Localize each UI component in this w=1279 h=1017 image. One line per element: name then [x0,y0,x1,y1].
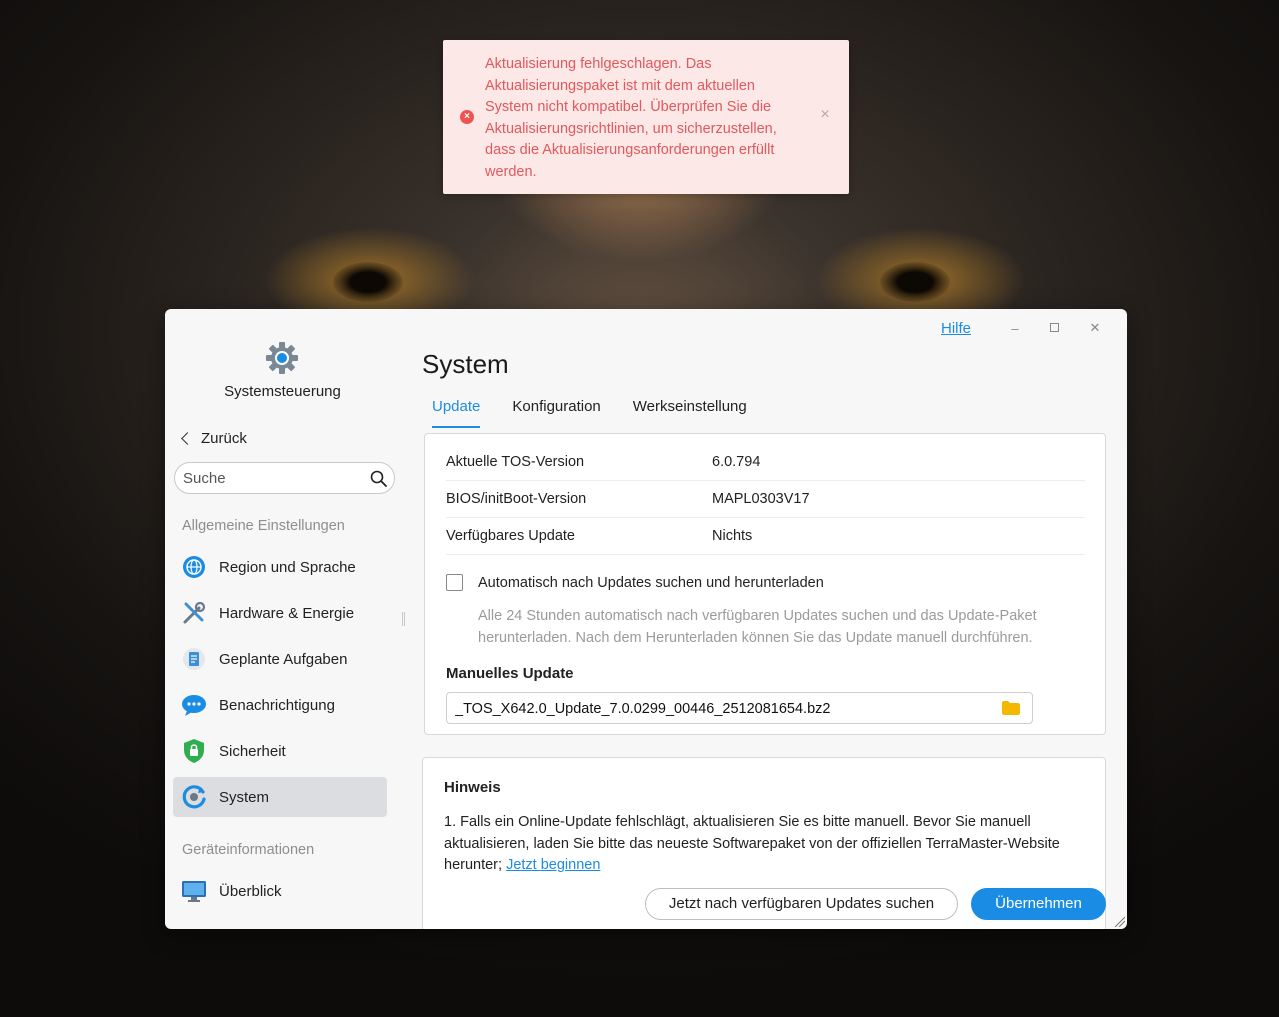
manual-update-field [446,692,1033,724]
tab-configuration[interactable]: Konfiguration [512,398,610,422]
note-text: 1. Falls ein Online-Update fehlschlägt, … [444,812,1084,877]
sidebar-item-label: Geplante Aufgaben [219,650,348,668]
back-label: Zurück [201,430,247,447]
error-toast: × Aktualisierung fehlgeschlagen. Das Akt… [443,40,849,194]
manual-update-file-input[interactable] [455,699,985,719]
search-input[interactable] [183,468,363,488]
chevron-left-icon [181,432,194,445]
sidebar-item-label: System [219,788,270,806]
sidebar-resize-handle[interactable] [402,612,405,626]
info-key: BIOS/initBoot-Version [446,491,587,507]
auto-update-checkbox[interactable] [446,574,463,591]
update-card: Aktuelle TOS-Version 6.0.794 BIOS/initBo… [424,433,1106,735]
back-button[interactable]: Zurück [179,430,247,447]
wallpaper-eye-left [333,262,403,302]
info-key: Verfügbares Update [446,528,575,544]
minimize-icon[interactable]: – [995,321,1035,336]
system-update-icon [181,784,207,810]
sidebar-item-label: Sicherheit [219,742,286,760]
wallpaper-eye-right [880,262,950,302]
footer-bar: Jetzt nach verfügbaren Updates suchen Üb… [165,881,1127,929]
error-icon: × [460,110,474,124]
shield-icon [181,738,207,764]
chat-bubble-icon [181,692,207,718]
close-window-icon[interactable]: ✕ [1075,320,1115,336]
search-field [174,462,395,494]
resize-grip-icon[interactable] [1113,915,1125,927]
window-controls: Hilfe – ✕ [941,315,1115,341]
auto-update-option[interactable]: Automatisch nach Updates suchen und heru… [446,574,824,591]
app-title: Systemsteuerung [224,383,341,400]
toast-message: Aktualisierung fehlgeschlagen. Das Aktua… [485,56,777,180]
sidebar-item-label: Region und Sprache [219,558,356,576]
sidebar-item-security[interactable]: Sicherheit [173,731,387,771]
auto-update-hint: Alle 24 Stunden automatisch nach verfügb… [478,608,1037,646]
manual-update-title: Manuelles Update [446,665,574,682]
tasks-icon [181,646,207,672]
globe-icon [181,554,207,580]
auto-update-label: Automatisch nach Updates suchen und heru… [478,574,824,591]
sidebar-item-region[interactable]: Region und Sprache [173,547,387,587]
info-key: Aktuelle TOS-Version [446,454,585,470]
info-row-bios-version: BIOS/initBoot-Version MAPL0303V17 [446,481,1085,518]
sidebar-item-label: Hardware & Energie [219,604,355,622]
check-updates-button[interactable]: Jetzt nach verfügbaren Updates suchen [645,888,958,920]
info-value: Nichts [712,528,753,544]
sidebar-item-system[interactable]: System [173,777,387,817]
sidebar-item-scheduled-tasks[interactable]: Geplante Aufgaben [173,639,387,679]
start-now-link[interactable]: Jetzt beginnen [506,857,600,873]
info-value: 6.0.794 [712,454,761,470]
toast-close-icon[interactable]: × [817,107,833,123]
sidebar-item-notifications[interactable]: Benachrichtigung [173,685,387,725]
tab-update[interactable]: Update [422,398,490,428]
section-general-settings: Allgemeine Einstellungen [182,518,345,534]
tools-icon [181,600,207,626]
control-panel-window: Hilfe – ✕ Systemsteuerung Zurück Suche A… [165,309,1127,929]
sidebar: Systemsteuerung Zurück Allgemeine Einste… [165,309,405,929]
gear-icon [265,341,299,375]
help-link[interactable]: Hilfe [941,320,971,337]
sidebar-item-hardware[interactable]: Hardware & Energie [173,593,387,633]
section-device-info: Geräteinformationen [182,842,315,858]
tab-factory-reset[interactable]: Werkseinstellung [633,398,757,422]
folder-icon[interactable] [1002,701,1020,715]
search-icon[interactable] [370,470,387,487]
sidebar-item-label: Benachrichtigung [219,696,335,714]
note-title: Hinweis [444,779,501,796]
tab-bar: Update Konfiguration Werkseinstellung [422,398,779,428]
apply-button[interactable]: Übernehmen [971,888,1106,920]
info-value: MAPL0303V17 [712,491,810,507]
info-row-tos-version: Aktuelle TOS-Version 6.0.794 [446,444,1085,481]
maximize-icon[interactable] [1035,321,1075,336]
info-row-available-update: Verfügbares Update Nichts [446,518,1085,555]
page-title: System [422,349,509,379]
